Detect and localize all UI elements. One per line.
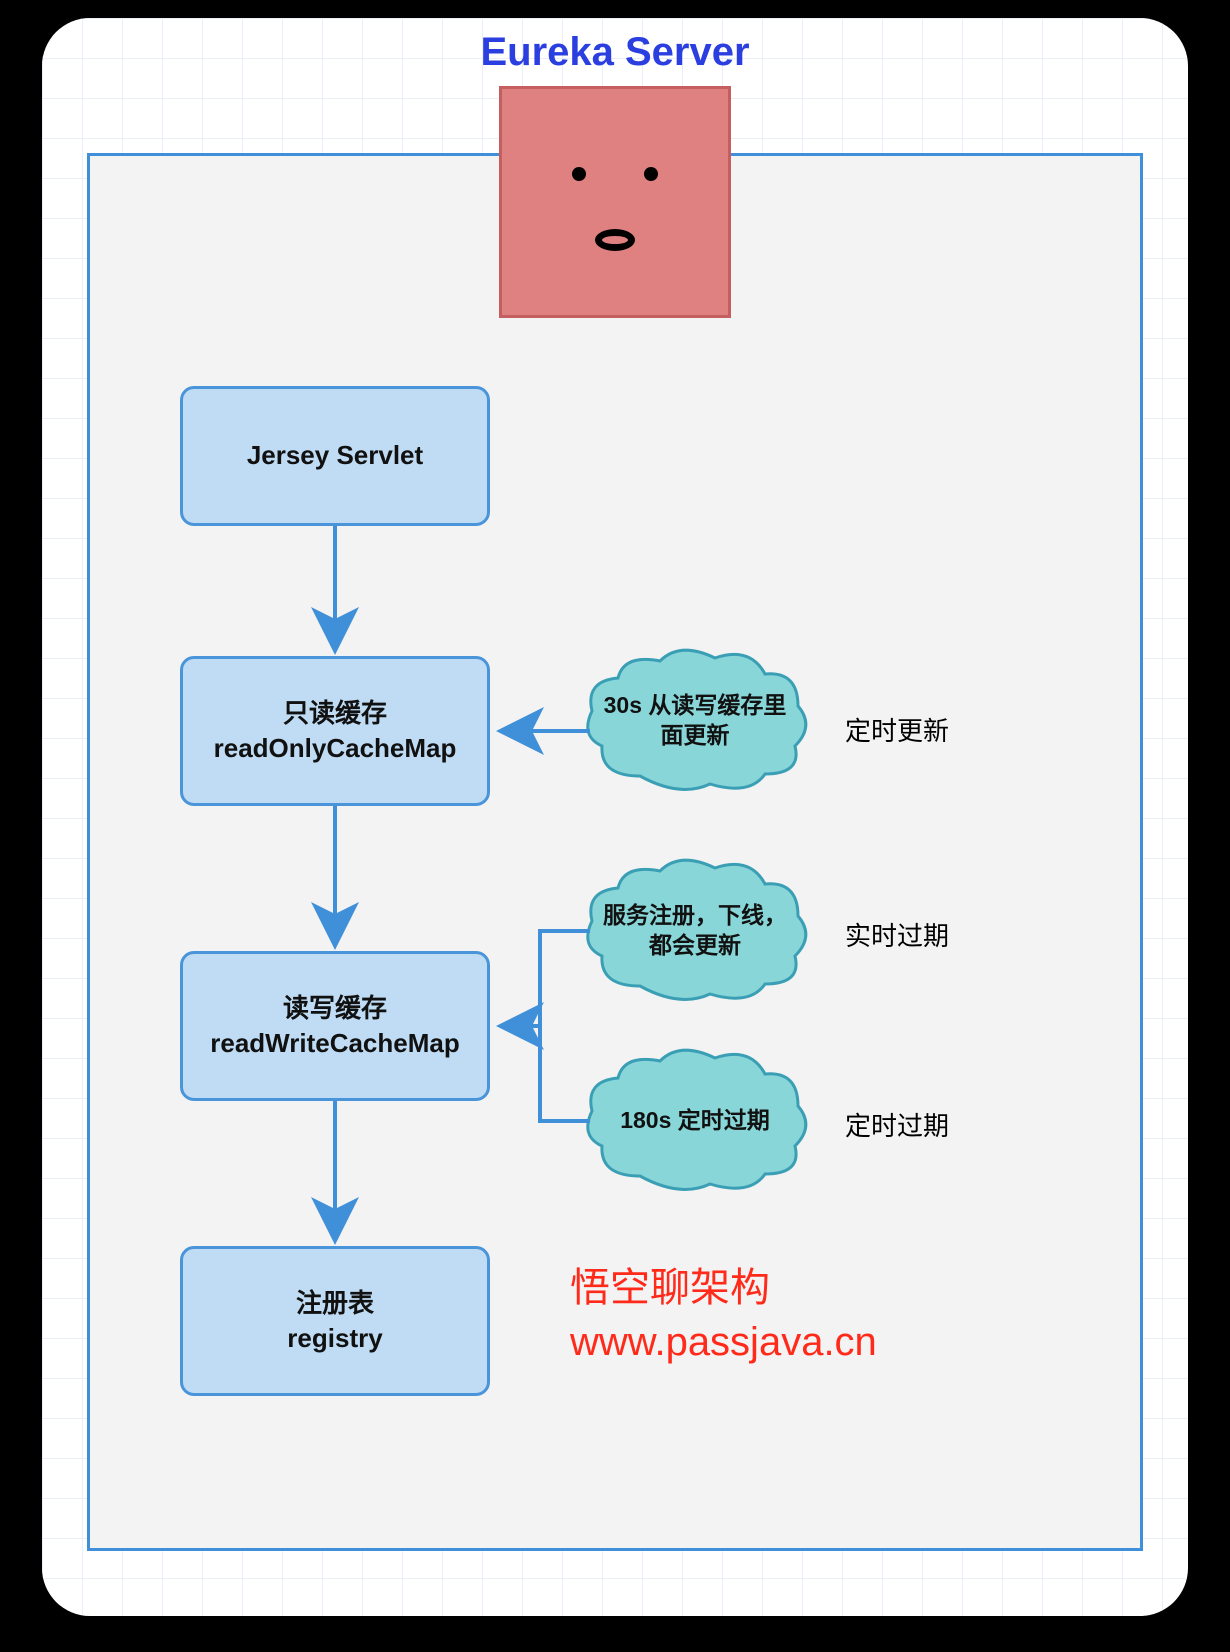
node-readwrite-cache: 读写缓存 readWriteCacheMap [180,951,490,1101]
face-eye-right-icon [644,167,658,181]
arrow-cloud2-to-readwrite [500,931,590,1026]
node-jersey-servlet: Jersey Servlet [180,386,490,526]
node-label-line2: readWriteCacheMap [210,1026,460,1061]
side-label-realtime-expire: 实时过期 [845,916,949,953]
node-label-line1: 只读缓存 [283,696,387,731]
node-readonly-cache: 只读缓存 readOnlyCacheMap [180,656,490,806]
cloud-register-update: 服务注册，下线，都会更新 [580,856,810,1006]
watermark-line1: 悟空聊架构 [570,1261,877,1315]
node-registry: 注册表 registry [180,1246,490,1396]
node-label: Jersey Servlet [247,438,423,473]
cloud-text: 30s 从读写缓存里面更新 [580,646,810,796]
node-label-line2: registry [287,1321,382,1356]
face-character-icon [499,86,731,318]
side-label-timed-update: 定时更新 [845,711,949,748]
watermark: 悟空聊架构 www.passjava.cn [570,1261,877,1369]
cloud-text: 180s 定时过期 [580,1046,810,1196]
watermark-line2: www.passjava.cn [570,1315,877,1369]
cloud-text: 服务注册，下线，都会更新 [580,856,810,1006]
side-label-timed-expire: 定时过期 [845,1106,949,1143]
node-label-line1: 读写缓存 [283,991,387,1026]
cloud-30s-update: 30s 从读写缓存里面更新 [580,646,810,796]
diagram-title: Eureka Server [42,30,1188,75]
server-pane: Jersey Servlet 只读缓存 readOnlyCacheMap 读写缓… [87,153,1143,1551]
cloud-180s-expire: 180s 定时过期 [580,1046,810,1196]
face-eye-left-icon [572,167,586,181]
node-label-line1: 注册表 [296,1286,374,1321]
face-mouth-icon [595,229,635,251]
node-label-line2: readOnlyCacheMap [214,731,457,766]
diagram-card: Eureka Server Jersey Servlet 只读缓存 readOn… [42,18,1188,1616]
